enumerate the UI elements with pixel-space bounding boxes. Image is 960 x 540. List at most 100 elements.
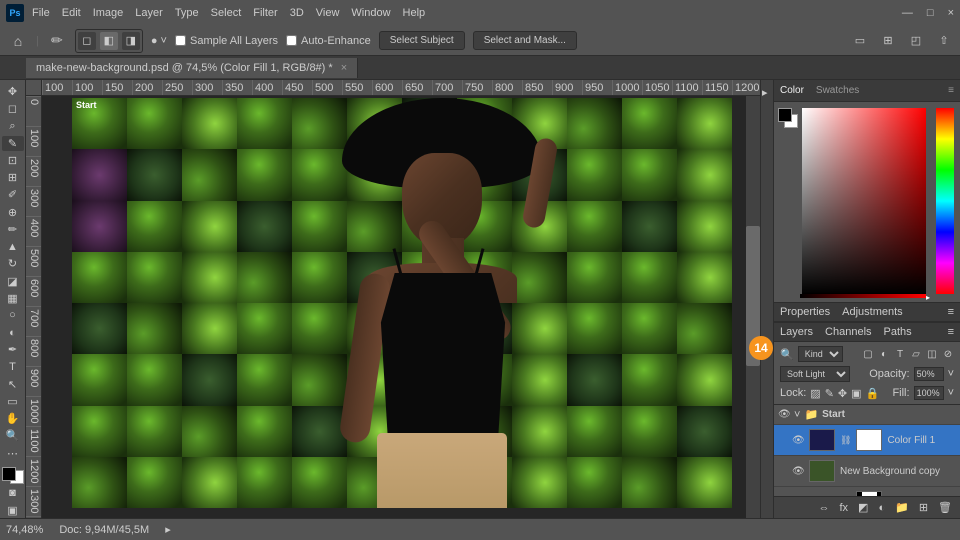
- group-icon[interactable]: 📁: [895, 501, 909, 514]
- swatches-tab[interactable]: Swatches: [816, 85, 859, 96]
- zoom-tool[interactable]: 🔍: [2, 428, 24, 443]
- arrange-icon[interactable]: ⊞: [880, 33, 896, 49]
- minimize-button[interactable]: —: [902, 7, 913, 19]
- layer-thumbnail[interactable]: [809, 429, 835, 451]
- fill-input[interactable]: [914, 386, 944, 400]
- ruler-vertical[interactable]: 0100200300400500600700800900100011001200…: [26, 96, 42, 518]
- lock-all-icon[interactable]: 🔒: [866, 387, 880, 400]
- lock-position-icon[interactable]: ✥: [838, 387, 847, 400]
- ruler-horizontal[interactable]: 1001001502002503003504004505005506006507…: [42, 80, 760, 96]
- layer-style-icon[interactable]: fx: [839, 502, 848, 514]
- brush-preset-icon[interactable]: ● ˅: [151, 35, 167, 47]
- menu-help[interactable]: Help: [403, 7, 426, 19]
- color-tab[interactable]: Color: [780, 85, 804, 96]
- quick-mask-tool[interactable]: ◙: [2, 486, 24, 501]
- delete-layer-icon[interactable]: 🗑: [938, 501, 952, 514]
- crop-tool[interactable]: ⊡: [2, 153, 24, 168]
- path-tool[interactable]: ↖: [2, 377, 24, 392]
- menu-select[interactable]: Select: [211, 7, 242, 19]
- type-tool[interactable]: T: [2, 360, 24, 375]
- panel-menu-icon[interactable]: ≡: [948, 306, 954, 318]
- search-icon[interactable]: ◰: [908, 33, 924, 49]
- filter-type-icon[interactable]: T: [894, 348, 906, 360]
- brush-tool[interactable]: ✏: [2, 222, 24, 237]
- lasso-tool[interactable]: ⌕: [2, 118, 24, 133]
- zoom-level[interactable]: 74,48%: [6, 524, 43, 536]
- doc-info[interactable]: Doc: 9,94M/45,5M: [59, 524, 149, 536]
- document-tab[interactable]: make-new-background.psd @ 74,5% (Color F…: [26, 58, 358, 78]
- properties-tab[interactable]: Properties: [780, 306, 830, 318]
- menu-type[interactable]: Type: [175, 7, 199, 19]
- quick-select-tool-icon[interactable]: ✏: [47, 31, 67, 51]
- visibility-icon[interactable]: 👁: [778, 409, 790, 420]
- dropdown-icon[interactable]: ˅: [948, 368, 954, 380]
- link-layers-icon[interactable]: ⇔: [818, 502, 829, 514]
- new-layer-icon[interactable]: ⊞: [919, 501, 928, 514]
- history-brush-tool[interactable]: ↻: [2, 256, 24, 271]
- blur-tool[interactable]: ○: [2, 308, 24, 323]
- layers-tab[interactable]: Layers: [780, 326, 813, 338]
- healing-tool[interactable]: ⊕: [2, 205, 24, 220]
- select-and-mask-button[interactable]: Select and Mask...: [473, 31, 577, 50]
- blend-mode-select[interactable]: Soft Light: [780, 366, 850, 382]
- panel-icon[interactable]: ▸: [762, 86, 772, 96]
- link-mask-icon[interactable]: ⛓: [840, 435, 851, 446]
- subtract-selection-icon[interactable]: ◨: [122, 32, 140, 50]
- group-name[interactable]: Start: [822, 409, 845, 420]
- edit-toolbar[interactable]: ⋯: [2, 446, 24, 461]
- menu-view[interactable]: View: [316, 7, 340, 19]
- filter-shape-icon[interactable]: ▱: [910, 348, 922, 360]
- filter-adjust-icon[interactable]: ◐: [878, 348, 890, 360]
- menu-image[interactable]: Image: [93, 7, 124, 19]
- menu-file[interactable]: File: [32, 7, 50, 19]
- menu-window[interactable]: Window: [351, 7, 390, 19]
- color-slider[interactable]: [800, 294, 926, 298]
- select-subject-button[interactable]: Select Subject: [379, 31, 465, 50]
- filter-pixel-icon[interactable]: ▢: [862, 348, 874, 360]
- frame-tool[interactable]: ⊞: [2, 170, 24, 185]
- menu-3d[interactable]: 3D: [290, 7, 304, 19]
- pen-tool[interactable]: ✒: [2, 342, 24, 357]
- dodge-tool[interactable]: ◐: [2, 325, 24, 340]
- close-tab-icon[interactable]: ×: [341, 62, 347, 74]
- ruler-origin[interactable]: [26, 80, 42, 96]
- quick-select-tool[interactable]: ✎: [2, 136, 24, 151]
- gradient-tool[interactable]: ▦: [2, 291, 24, 306]
- screen-mode-tool[interactable]: ▣: [2, 503, 24, 518]
- sample-all-layers-checkbox[interactable]: Sample All Layers: [175, 35, 278, 47]
- share-icon[interactable]: ▭: [852, 33, 868, 49]
- document-canvas[interactable]: Start: [72, 98, 732, 508]
- hand-tool[interactable]: ✋: [2, 411, 24, 426]
- layer-item-bgcopy[interactable]: 👁 New Background copy: [774, 456, 960, 487]
- menu-layer[interactable]: Layer: [135, 7, 163, 19]
- marquee-tool[interactable]: ◻: [2, 101, 24, 116]
- add-selection-icon[interactable]: ◧: [100, 32, 118, 50]
- opacity-input[interactable]: [914, 367, 944, 381]
- layer-group[interactable]: 👁 ˅ 📁 Start: [774, 405, 960, 425]
- vertical-scrollbar[interactable]: [746, 96, 760, 518]
- adjustment-layer-icon[interactable]: ◐: [878, 502, 885, 514]
- status-arrow-icon[interactable]: ▸: [165, 523, 171, 536]
- filter-toggle-icon[interactable]: ⊘: [942, 348, 954, 360]
- color-swatches[interactable]: [2, 467, 24, 484]
- panel-menu-icon[interactable]: ≡: [948, 326, 954, 338]
- layer-item-model[interactable]: 👁 ⛓ Model: [774, 487, 960, 496]
- eraser-tool[interactable]: ◪: [2, 273, 24, 288]
- visibility-icon[interactable]: 👁: [792, 435, 804, 446]
- panel-menu-icon[interactable]: ≡: [948, 85, 954, 96]
- stamp-tool[interactable]: ▲: [2, 239, 24, 254]
- move-tool[interactable]: ✥: [2, 84, 24, 99]
- auto-enhance-checkbox[interactable]: Auto-Enhance: [286, 35, 371, 47]
- layer-thumbnail[interactable]: [809, 460, 835, 482]
- expand-icon[interactable]: ˅: [794, 409, 800, 421]
- paths-tab[interactable]: Paths: [884, 326, 912, 338]
- adjustments-tab[interactable]: Adjustments: [842, 306, 903, 318]
- maximize-button[interactable]: □: [927, 7, 934, 19]
- menu-edit[interactable]: Edit: [62, 7, 81, 19]
- shape-tool[interactable]: ▭: [2, 394, 24, 409]
- layer-name[interactable]: Color Fill 1: [887, 435, 935, 446]
- collapsed-panel-strip[interactable]: ▸: [760, 80, 774, 518]
- layer-name[interactable]: New Background copy: [840, 466, 940, 477]
- color-panel-swatch[interactable]: [778, 108, 798, 128]
- hue-slider[interactable]: [936, 108, 954, 294]
